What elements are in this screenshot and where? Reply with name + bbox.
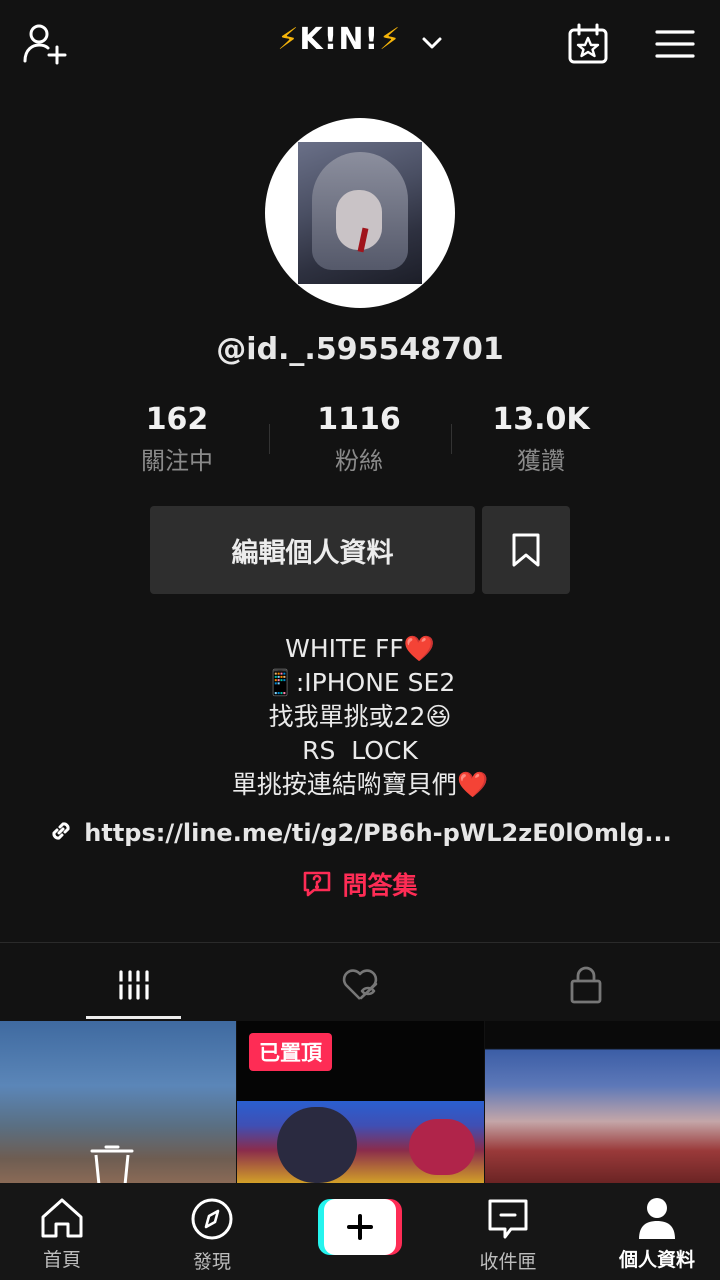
bio-line: 找我單挑或22😆 [268,702,452,731]
question-chat-icon [302,870,332,904]
stat-value: 13.0K [492,402,590,437]
home-icon [41,1198,83,1238]
liked-hidden-icon [342,969,378,1000]
video-thumbnail[interactable] [485,1021,720,1183]
tabs-divider [0,942,720,943]
compass-icon [191,1198,233,1240]
stat-value: 162 [145,402,209,437]
stat-followers[interactable]: 1116 粉絲 [269,402,449,476]
bio-line: WHITE FF❤️ [285,634,435,663]
nav-discover[interactable]: 發現 [140,1183,284,1280]
plus-icon [347,1214,373,1240]
bio-line: RS LOCK [302,736,418,765]
stat-label: 關注中 [141,447,213,475]
profile-icon [639,1198,675,1239]
nav-label: 收件匣 [479,1251,537,1273]
qa-label: 問答集 [342,871,418,900]
bookmark-icon [512,533,540,567]
nav-label: 首頁 [42,1249,81,1271]
bio-link[interactable]: https://line.me/ti/g2/PB6h-pWL2zE0lOmlg.… [0,818,720,850]
bottom-nav: 首頁 發現 收件匣 個人資料 [0,1183,720,1280]
nav-label: 個人資料 [618,1249,695,1271]
phone-emoji: 📱 [264,668,296,697]
qa-button[interactable]: 問答集 [0,866,720,904]
stat-following[interactable]: 162 關注中 [87,402,267,476]
trash-icon [88,1145,136,1183]
create-button[interactable] [318,1199,402,1255]
inbox-icon [488,1199,528,1239]
video-thumbnail[interactable] [0,1021,236,1183]
calendar-star-icon[interactable] [564,20,612,68]
tab-private[interactable] [466,950,706,1020]
account-name: K!N! [299,22,380,57]
tab-active-indicator [86,1016,181,1019]
nav-label: 發現 [192,1251,231,1273]
avatar-image [298,142,422,284]
tab-liked[interactable] [240,950,480,1020]
bio-line: 單挑按連結喲寶貝們❤️ [231,770,489,799]
username: @id._.595548701 [216,332,504,367]
stat-value: 1116 [317,402,401,437]
video-thumbnail[interactable]: 已置頂 [237,1021,484,1183]
stat-label: 粉絲 [335,447,383,475]
heart-emoji: ❤️ [403,634,435,663]
tab-videos[interactable] [14,950,254,1020]
laughing-emoji: 😆 [425,702,452,731]
profile-screen: ⚡K!N!⚡ @id._.595548701 162 關注中 1116 粉絲 1… [0,0,720,1280]
bolt-emoji: ⚡ [277,22,300,57]
stat-label: 獲讚 [517,447,565,475]
link-text: https://line.me/ti/g2/PB6h-pWL2zE0lOmlg.… [84,819,672,847]
bolt-emoji: ⚡ [379,22,402,57]
bio-line: 📱:IPHONE SE2 [264,668,456,697]
menu-icon[interactable] [651,20,699,68]
edit-profile-button[interactable]: 編輯個人資料 [150,506,475,594]
stat-likes[interactable]: 13.0K 獲讚 [451,402,631,476]
top-bar: ⚡K!N!⚡ [0,0,720,90]
account-switcher[interactable]: ⚡K!N!⚡ [0,22,720,58]
pinned-badge: 已置頂 [249,1033,332,1071]
link-icon [48,818,74,850]
bio: WHITE FF❤️ 📱:IPHONE SE2 找我單挑或22😆 RS LOCK… [0,632,720,802]
avatar[interactable] [265,118,455,308]
videos-grid-icon [118,970,150,1000]
private-lock-icon [570,966,602,1004]
nav-profile[interactable]: 個人資料 [585,1183,720,1280]
chevron-down-icon[interactable] [421,23,443,58]
heart-emoji: ❤️ [456,770,489,799]
nav-home[interactable]: 首頁 [0,1183,134,1280]
nav-inbox[interactable]: 收件匣 [436,1183,580,1280]
bookmark-button[interactable] [482,506,570,594]
